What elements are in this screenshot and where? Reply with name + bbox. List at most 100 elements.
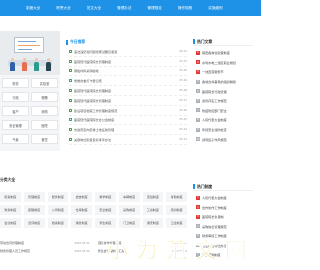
- rank-item-title[interactable]: 采购信息管理规范: [202, 224, 227, 229]
- tag-link[interactable]: 合同制度: [23, 218, 45, 228]
- rank-item[interactable]: 7 保安值勤制度: [196, 250, 258, 260]
- rank-item[interactable]: 4 采购信息管理规范: [196, 222, 258, 232]
- list-item[interactable]: 违法违纪和问题线索试器及答复 06-01: [69, 47, 187, 57]
- list-item-title[interactable]: 医院现代医院院长管理制度: [74, 59, 177, 64]
- tag-link[interactable]: 学生制度: [95, 218, 116, 228]
- list-item-title[interactable]: 劳动合同管理制度: [0, 241, 24, 245]
- tag-link[interactable]: 安全制度: [95, 205, 116, 215]
- tag-link[interactable]: 销售制度: [71, 218, 92, 228]
- list-item[interactable]: 学生会管理制度汇编 2022-05-30: [98, 247, 188, 255]
- rank-item[interactable]: 3 医院院长负责制: [196, 212, 258, 222]
- tag-link[interactable]: 仓库制度: [71, 205, 92, 215]
- list-item-title[interactable]: 钢板材料采购验收: [74, 68, 177, 73]
- rank-item[interactable]: 3 一线直营服务节: [196, 67, 258, 77]
- nav-item-fanwen[interactable]: 范文大全: [87, 6, 101, 11]
- nav-item-banfa[interactable]: 管理办法: [117, 6, 131, 11]
- tag-link[interactable]: 门卫制度: [118, 218, 140, 228]
- tag-link[interactable]: 保安制度: [142, 218, 164, 228]
- category-item[interactable]: 医院: [31, 120, 58, 130]
- rank-item-title[interactable]: 人民代表大会制度: [202, 117, 227, 122]
- tag-link[interactable]: 值班制度: [142, 192, 164, 202]
- rank-item[interactable]: 10 领导班子作风规范: [196, 134, 258, 144]
- list-item-title[interactable]: 违法违纪和问题线索试器及答复: [74, 49, 177, 54]
- nav-item-guicheng[interactable]: 操作规程: [178, 6, 192, 11]
- tag-link[interactable]: 管理制度: [23, 192, 45, 202]
- tag-link[interactable]: 教学制度: [95, 192, 116, 202]
- list-item-title[interactable]: 医院现代医院院长管理制度: [74, 88, 177, 93]
- list-item[interactable]: 医院现代医院院长管理制度 05-31: [69, 57, 187, 67]
- category-item[interactable]: 采购: [31, 106, 58, 116]
- tag-link[interactable]: 财务制度: [0, 205, 21, 215]
- rank-item[interactable]: 7 防疫防控部门安全: [196, 106, 258, 116]
- category-item[interactable]: 行政: [2, 92, 29, 102]
- tag-link[interactable]: 考勤制度: [166, 192, 187, 202]
- rank-item-title[interactable]: 保密各岗位职责制度: [202, 50, 230, 55]
- rank-item[interactable]: 1 保密各岗位职责制度: [196, 48, 258, 58]
- list-item[interactable]: 医院现代医院院长管理制度 05-28: [69, 86, 187, 96]
- tag-link[interactable]: 会议制度: [0, 218, 21, 228]
- rank-item[interactable]: 5 医院院长行政管理: [196, 86, 258, 96]
- rank-item[interactable]: 1 人民代表大会制度: [196, 193, 258, 203]
- list-item-title[interactable]: 市政府定向安排土地征收管理: [74, 127, 177, 132]
- list-item-title[interactable]: 财务管理人员工作规范: [0, 249, 30, 253]
- nav-item-zhidu[interactable]: 制度大全: [26, 6, 40, 11]
- rank-item-title[interactable]: 卫生检查评比办法: [202, 243, 227, 248]
- rank-item-title[interactable]: 医院院长负责制: [202, 214, 224, 219]
- rank-item-title[interactable]: 人民代表大会制度: [202, 195, 227, 200]
- rank-item-title[interactable]: 一线直营服务节: [202, 69, 224, 74]
- list-item[interactable]: 医院现代医院院长管理制度 05-27: [69, 96, 187, 106]
- category-item[interactable]: 安全管理: [2, 120, 29, 130]
- rank-item-title[interactable]: 合作协作工作制度: [202, 205, 227, 210]
- nav-item-zhize[interactable]: 职责大全: [56, 6, 70, 11]
- nav-item-xize[interactable]: 实施细则: [208, 6, 222, 11]
- tag-link[interactable]: 宿舍制度: [71, 192, 92, 202]
- list-item-title[interactable]: 医院现代医院院长办公会制度: [74, 117, 177, 122]
- rank-item-title[interactable]: 领导班子作风规范: [202, 137, 227, 142]
- tag-link[interactable]: 车辆制度: [118, 192, 140, 202]
- list-item-title[interactable]: 医院现代医院院长管理制度: [74, 98, 177, 103]
- rank-item-title[interactable]: 医院院长行政管理: [202, 89, 227, 94]
- list-item[interactable]: 市政府定向安排土地征收管理 05-24: [69, 125, 187, 136]
- list-item[interactable]: 关键岗位职责目标考评办法 05-23: [69, 135, 187, 145]
- tag-link[interactable]: 培训制度: [166, 205, 187, 215]
- tag-link[interactable]: 职责制度: [0, 192, 21, 202]
- tag-link[interactable]: 工资制度: [142, 205, 164, 215]
- list-item[interactable]: 医院现代医院院长办公会制度 05-25: [69, 116, 187, 126]
- list-item[interactable]: 财务管理人员工作规范 2022-05-30: [0, 247, 90, 255]
- rank-item[interactable]: 9 年终安全消防检查: [196, 125, 258, 135]
- list-item[interactable]: 建设项目档案工作管理制度规范 05-26: [69, 106, 187, 116]
- category-item[interactable]: 财务: [2, 78, 29, 88]
- rank-item-title[interactable]: 资管存实工作规范: [202, 98, 227, 103]
- rank-item[interactable]: 8 人民代表大会制度: [196, 115, 258, 125]
- tag-link[interactable]: 公司制度: [47, 205, 69, 215]
- list-item[interactable]: 钢板材料采购验收 05-30: [69, 67, 187, 77]
- list-item-title[interactable]: 建设项目档案工作管理制度规范: [74, 108, 177, 113]
- rank-item-title[interactable]: 年终安全消防检查: [202, 127, 227, 132]
- rank-item-title[interactable]: 财务审核工作制度: [202, 233, 227, 238]
- list-item-title[interactable]: 党委食堂打卡登记表: [74, 78, 177, 83]
- category-item[interactable]: 气象: [2, 134, 29, 144]
- rank-item-title[interactable]: 各地合并事务的组织精简: [202, 79, 236, 84]
- rank-item[interactable]: 6 卫生检查评比办法: [196, 241, 258, 251]
- banner-image[interactable]: [0, 31, 60, 75]
- tag-link[interactable]: 采购制度: [118, 205, 140, 215]
- tag-link[interactable]: 账务制度: [47, 192, 69, 202]
- rank-item-title[interactable]: 水利水电二建区职业规划: [202, 60, 236, 65]
- list-item-title[interactable]: 关键岗位职责目标考评办法: [74, 137, 177, 142]
- nav-item-guiding[interactable]: 管理规定: [148, 6, 162, 11]
- rank-item[interactable]: 5 财务审核工作制度: [196, 231, 258, 241]
- rank-item-title[interactable]: 防疫防控部门安全: [202, 108, 227, 113]
- category-item[interactable]: 薪酬: [31, 92, 58, 102]
- list-item-title[interactable]: 团队协作管理制度: [98, 241, 122, 245]
- rank-item[interactable]: 2 合作协作工作制度: [196, 203, 258, 213]
- rank-item[interactable]: 6 资管存实工作规范: [196, 96, 258, 106]
- tag-link[interactable]: 薪酬制度: [23, 205, 45, 215]
- rank-item[interactable]: 4 各地合并事务的组织精简: [196, 77, 258, 87]
- rank-item[interactable]: 2 水利水电二建区职业规划: [196, 58, 258, 68]
- list-item[interactable]: 党委食堂打卡登记表 05-29: [69, 76, 187, 87]
- list-item[interactable]: 团队协作管理制度 2022-05-31: [98, 239, 188, 247]
- list-item-title[interactable]: 学生会管理制度汇编: [98, 249, 125, 253]
- category-item[interactable]: 食堂: [31, 134, 58, 144]
- tag-link[interactable]: 档案制度: [47, 218, 69, 228]
- list-item[interactable]: 劳动合同管理制度 2022-05-31: [0, 239, 90, 247]
